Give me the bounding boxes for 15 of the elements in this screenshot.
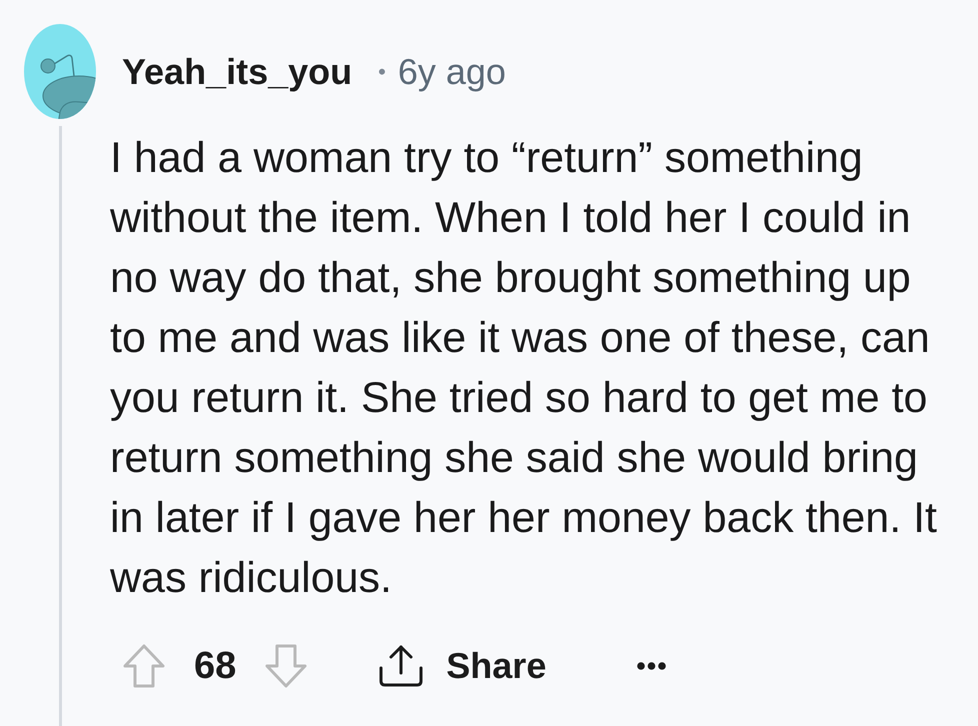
more-button[interactable] [637,662,666,670]
share-icon [378,644,424,688]
share-button[interactable]: Share [378,643,546,689]
separator-dot: • [378,58,386,86]
upvote-icon [122,643,166,689]
avatar-icon [24,24,96,119]
comment-text: I had a woman try to “return” something without the item. When I told her I could in no way do that, she brought something up to me and was like it was one of these, can you return it. She tried so hard to get me to return something she said she would bring in later if I gave her her money back then. It was ridiculous. [110,133,938,604]
thread-line[interactable] [59,126,62,726]
upvote-button[interactable] [122,643,166,689]
vote-count: 68 [194,644,236,689]
username[interactable]: Yeah_its_you [122,50,352,94]
downvote-button[interactable] [264,643,308,689]
post-age: 6y ago [398,50,506,94]
downvote-icon [264,643,308,689]
more-icon [637,662,666,670]
